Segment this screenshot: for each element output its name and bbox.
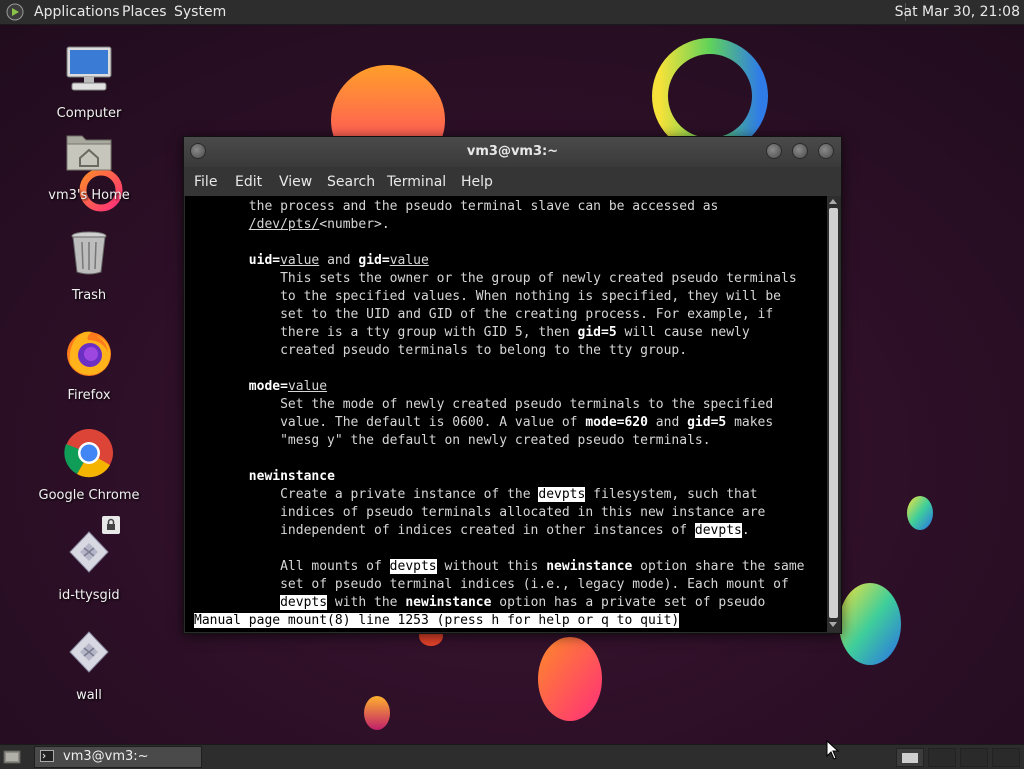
top-panel: Applications Places System Sat Mar 30, 2… xyxy=(0,0,1024,25)
desktop-icon-google-chrome[interactable]: Google Chrome xyxy=(34,426,144,503)
desktop-icon-label: Computer xyxy=(56,106,122,121)
man-page-text: the process and the pseudo terminal slav… xyxy=(194,199,805,628)
panel-clock[interactable]: Sat Mar 30, 21:08 xyxy=(895,3,1020,21)
menu-edit[interactable]: Edit xyxy=(235,173,262,191)
menu-terminal[interactable]: Terminal xyxy=(387,173,446,191)
desktop-icon-label: id-ttysgid xyxy=(58,588,120,603)
bottom-panel: vm3@vm3:~ xyxy=(0,744,1024,769)
executable-file-icon xyxy=(69,631,109,673)
google-chrome-icon xyxy=(64,429,113,478)
desktop-icon-label: Trash xyxy=(71,288,107,303)
home-folder-icon xyxy=(66,135,112,171)
menu-system[interactable]: System xyxy=(174,3,226,21)
minimize-button[interactable] xyxy=(766,143,782,159)
distro-logo-icon[interactable] xyxy=(6,3,24,21)
workspace-window-preview xyxy=(902,753,918,763)
menu-search[interactable]: Search xyxy=(327,173,375,191)
workspace-4[interactable] xyxy=(992,748,1020,767)
workspace-2[interactable] xyxy=(928,748,956,767)
desktop-icon-label: Firefox xyxy=(67,388,111,403)
close-button[interactable] xyxy=(818,143,834,159)
workspace-3[interactable] xyxy=(960,748,988,767)
show-desktop-icon[interactable] xyxy=(2,748,22,766)
scroll-down-arrow-icon[interactable] xyxy=(829,622,837,627)
scrollbar-thumb[interactable] xyxy=(829,208,838,618)
terminal-output[interactable]: the process and the pseudo terminal slav… xyxy=(185,196,827,632)
menu-applications[interactable]: Applications xyxy=(34,3,120,21)
terminal-window[interactable]: vm3@vm3:~ File Edit View Search Terminal… xyxy=(183,136,842,634)
executable-file-icon xyxy=(69,531,109,573)
computer-icon xyxy=(66,46,112,91)
workspace-1[interactable] xyxy=(896,748,924,767)
desktop-icon-id-ttysgid[interactable]: id-ttysgid xyxy=(34,516,144,603)
taskbar-button-label: vm3@vm3:~ xyxy=(63,749,149,764)
menu-view[interactable]: View xyxy=(279,173,312,191)
desktop-icon-label: wall xyxy=(76,688,102,703)
menu-file[interactable]: File xyxy=(194,173,217,191)
desktop-icon-label: vm3's Home xyxy=(48,188,130,203)
terminal-scrollbar[interactable] xyxy=(827,196,840,632)
taskbar-button-terminal[interactable]: vm3@vm3:~ xyxy=(34,746,202,768)
window-titlebar[interactable]: vm3@vm3:~ xyxy=(184,137,841,167)
desktop-icon-firefox[interactable]: Firefox xyxy=(34,326,144,403)
desktop-icon-computer[interactable]: Computer xyxy=(34,44,144,121)
scroll-up-arrow-icon[interactable] xyxy=(829,199,837,204)
pager-status-line: Manual page mount(8) line 1253 (press h … xyxy=(194,613,680,628)
terminal-menubar: File Edit View Search Terminal Help xyxy=(184,167,841,196)
maximize-button[interactable] xyxy=(792,143,808,159)
window-title: vm3@vm3:~ xyxy=(466,144,559,159)
menu-places[interactable]: Places xyxy=(122,3,167,21)
firefox-icon xyxy=(67,331,111,376)
desktop-icon-trash[interactable]: Trash xyxy=(34,226,144,303)
trash-icon xyxy=(71,231,107,275)
menu-help[interactable]: Help xyxy=(461,173,493,191)
terminal-icon xyxy=(40,750,54,762)
desktop-icon-label: Google Chrome xyxy=(38,488,140,503)
desktop-icon-wall[interactable]: wall xyxy=(34,626,144,703)
desktop-icon-home[interactable]: vm3's Home xyxy=(34,126,144,203)
lock-icon xyxy=(102,516,120,534)
mouse-pointer-icon xyxy=(826,740,840,760)
